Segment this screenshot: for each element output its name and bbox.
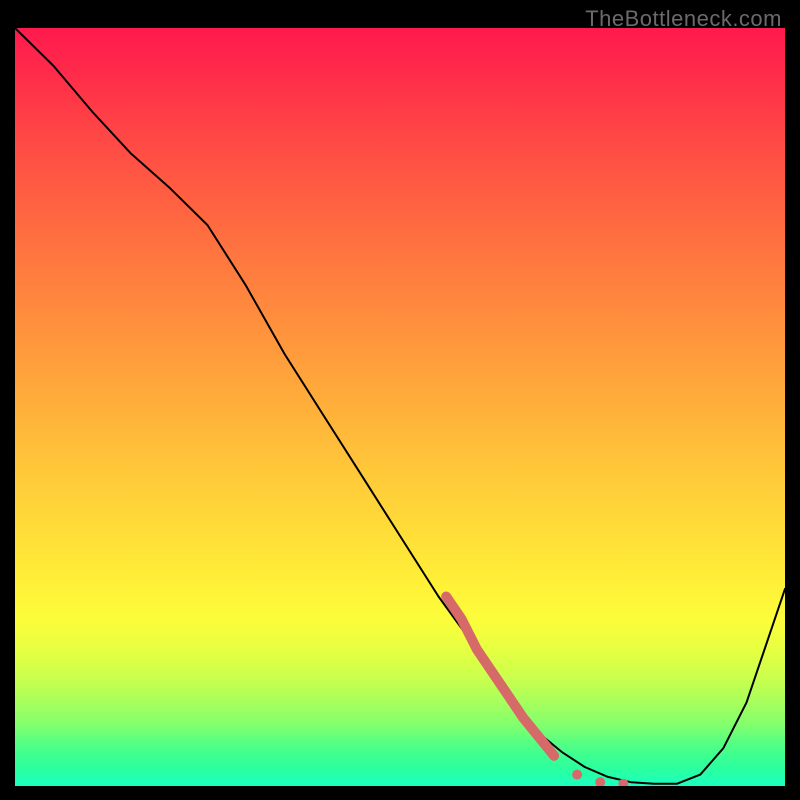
highlight-segment-line — [446, 597, 554, 756]
highlight-dot — [572, 770, 582, 780]
highlight-dot — [595, 777, 605, 786]
chart-svg — [15, 28, 785, 786]
bottleneck-curve-line — [15, 28, 785, 784]
chart-plot-area — [15, 28, 785, 786]
highlight-dot — [549, 751, 559, 761]
watermark-text: TheBottleneck.com — [585, 6, 782, 32]
